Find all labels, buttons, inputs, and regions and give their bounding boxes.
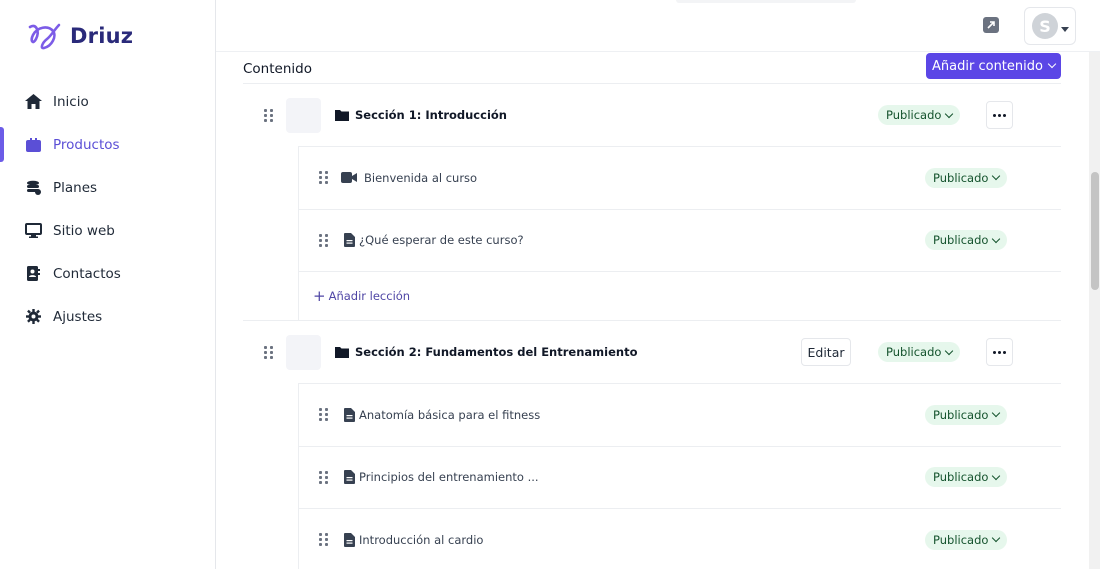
sidebar-item-label: Contactos <box>53 265 121 282</box>
box-icon <box>24 136 42 154</box>
gear-icon <box>24 308 42 326</box>
section-row[interactable]: Sección 1: Introducción Publicado <box>243 83 1061 146</box>
sidebar-item-sitio-web[interactable]: Sitio web <box>0 209 215 252</box>
coins-icon <box>24 179 42 197</box>
sidebar-item-productos[interactable]: Productos <box>0 123 215 166</box>
sidebar-item-label: Ajustes <box>53 308 103 325</box>
lesson-row[interactable]: ¿Qué esperar de este curso? Publicado <box>298 208 1061 272</box>
lesson-title: ¿Qué esperar de este curso? <box>359 233 524 248</box>
add-lesson-row: + Añadir lección <box>298 271 1061 320</box>
add-content-button[interactable]: Añadir contenido <box>926 53 1061 79</box>
avatar: S <box>1032 13 1058 39</box>
sidebar-item-ajustes[interactable]: Ajustes <box>0 295 215 338</box>
page-title: Contenido <box>243 61 312 77</box>
sidebar-item-inicio[interactable]: Inicio <box>0 80 215 123</box>
scrollbar-thumb[interactable] <box>1091 172 1099 290</box>
top-bar: S <box>216 0 1100 52</box>
status-badge[interactable]: Publicado <box>925 404 1008 425</box>
chevron-down-icon <box>1047 59 1057 69</box>
status-badge[interactable]: Publicado <box>878 105 961 125</box>
lesson-title: Introducción al cardio <box>359 532 484 547</box>
add-content-label: Añadir contenido <box>932 58 1043 74</box>
user-menu-button[interactable]: S <box>1024 7 1076 45</box>
status-badge[interactable]: Publicado <box>925 467 1008 488</box>
drag-handle-icon[interactable] <box>319 233 328 247</box>
sidebar-item-label: Productos <box>53 136 120 153</box>
plus-icon: + <box>313 286 326 305</box>
external-link-icon[interactable] <box>983 17 999 33</box>
drag-handle-icon[interactable] <box>319 171 328 185</box>
more-options-button[interactable] <box>986 101 1013 129</box>
scrollbar-track[interactable] <box>1089 52 1100 569</box>
more-options-button[interactable] <box>986 338 1013 366</box>
chevron-down-icon <box>992 534 1001 543</box>
drag-handle-icon[interactable] <box>264 108 273 122</box>
drag-handle-icon[interactable] <box>319 408 328 422</box>
add-lesson-label: Añadir lección <box>328 289 411 303</box>
status-label: Publicado <box>933 470 989 485</box>
sidebar-item-contactos[interactable]: Contactos <box>0 252 215 295</box>
status-label: Publicado <box>886 345 942 359</box>
sidebar-item-planes[interactable]: Planes <box>0 166 215 209</box>
sidebar: Driuz Inicio Productos Planes Sitio web <box>0 0 216 569</box>
status-label: Publicado <box>886 108 942 122</box>
section-thumbnail <box>286 334 321 370</box>
drag-handle-icon[interactable] <box>319 533 328 547</box>
drag-handle-icon[interactable] <box>264 345 273 359</box>
lesson-title: Principios del entrenamiento ... <box>359 470 539 485</box>
document-icon <box>341 470 357 485</box>
logo-text: Driuz <box>70 24 134 48</box>
folder-icon <box>335 110 349 121</box>
top-tab-shadow <box>676 0 856 3</box>
address-book-icon <box>24 265 42 283</box>
drag-handle-icon[interactable] <box>319 470 328 484</box>
section-title: Sección 2: Fundamentos del Entrenamiento <box>355 345 638 359</box>
section-thumbnail <box>286 97 321 133</box>
chevron-down-icon <box>992 409 1001 418</box>
logo[interactable]: Driuz <box>26 19 133 53</box>
edit-button[interactable]: Editar <box>801 338 851 366</box>
status-label: Publicado <box>933 233 989 248</box>
content-list: Sección 1: Introducción Publicado Bienve… <box>243 83 1061 569</box>
status-label: Publicado <box>933 532 989 547</box>
sidebar-nav: Inicio Productos Planes Sitio web Contac… <box>0 80 215 338</box>
status-badge[interactable]: Publicado <box>925 529 1008 550</box>
status-label: Publicado <box>933 407 989 422</box>
lesson-row[interactable]: Bienvenida al curso Publicado <box>298 146 1061 209</box>
section-title: Sección 1: Introducción <box>355 108 507 122</box>
lesson-title: Anatomía básica para el fitness <box>359 407 541 422</box>
status-badge[interactable]: Publicado <box>878 342 961 362</box>
video-icon <box>341 171 357 185</box>
section-row[interactable]: Sección 2: Fundamentos del Entrenamiento… <box>243 320 1061 383</box>
document-icon <box>341 407 357 422</box>
status-badge[interactable]: Publicado <box>925 167 1008 188</box>
status-badge[interactable]: Publicado <box>925 230 1008 251</box>
chevron-down-icon <box>992 471 1001 480</box>
document-icon <box>341 532 357 547</box>
folder-icon <box>335 347 349 358</box>
lesson-row[interactable]: Principios del entrenamiento ... Publica… <box>298 445 1061 509</box>
sidebar-item-label: Sitio web <box>53 222 115 239</box>
home-icon <box>24 93 42 111</box>
status-label: Publicado <box>933 170 989 185</box>
chevron-down-icon <box>1061 26 1069 32</box>
sidebar-item-label: Planes <box>53 179 98 196</box>
sidebar-item-label: Inicio <box>53 93 89 110</box>
lesson-row[interactable]: Introducción al cardio Publicado <box>298 508 1061 569</box>
monitor-icon <box>24 222 42 240</box>
chevron-down-icon <box>992 234 1001 243</box>
driuz-logo-icon <box>28 23 61 50</box>
chevron-down-icon <box>992 172 1001 181</box>
lesson-row[interactable]: Anatomía básica para el fitness Publicad… <box>298 383 1061 446</box>
chevron-down-icon <box>945 346 954 355</box>
add-lesson-button[interactable]: + Añadir lección <box>313 286 411 305</box>
document-icon <box>341 233 357 248</box>
lesson-title: Bienvenida al curso <box>364 170 478 185</box>
chevron-down-icon <box>945 109 954 118</box>
